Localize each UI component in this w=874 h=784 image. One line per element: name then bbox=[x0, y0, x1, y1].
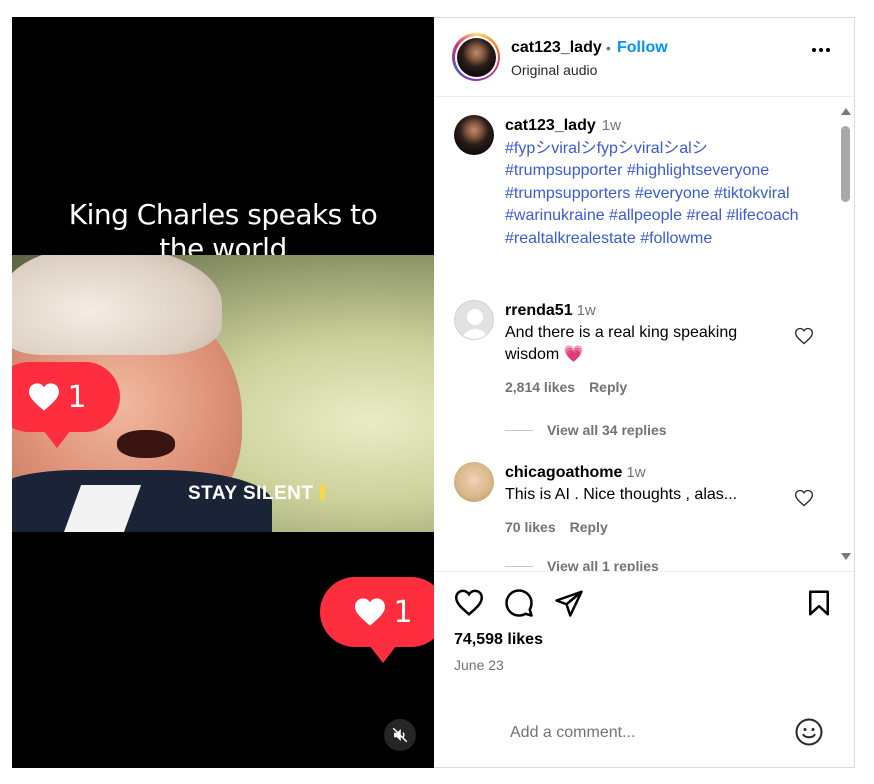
like-bubble: 1 bbox=[12, 362, 120, 448]
author-avatar-photo bbox=[456, 37, 496, 77]
add-comment-bar bbox=[434, 706, 854, 768]
comment-likes[interactable]: 70 likes bbox=[505, 519, 556, 535]
person-hair bbox=[12, 255, 222, 355]
comment-time: 1w bbox=[626, 464, 646, 481]
bookmark-icon[interactable] bbox=[804, 588, 834, 618]
more-options-icon[interactable] bbox=[812, 48, 830, 52]
post-side-panel: cat123_lady • Follow Original audio cat1… bbox=[434, 17, 855, 768]
video-caption-line1: King Charles speaks to bbox=[68, 198, 378, 231]
like-bubble-count: 1 bbox=[67, 379, 87, 415]
comment-avatar[interactable] bbox=[454, 462, 494, 502]
heart-filled-icon bbox=[29, 383, 60, 411]
subtitle-cursor bbox=[319, 484, 325, 500]
comment-avatar[interactable] bbox=[454, 300, 494, 340]
header-separator: • bbox=[606, 40, 611, 56]
heart-outline-icon[interactable] bbox=[794, 326, 814, 346]
comment-bubble-icon[interactable] bbox=[504, 588, 534, 618]
person-mouth bbox=[117, 430, 175, 458]
author-username[interactable]: cat123_lady bbox=[511, 39, 602, 57]
scrollbar-thumb[interactable] bbox=[841, 126, 850, 202]
comment-likes[interactable]: 2,814 likes bbox=[505, 379, 575, 395]
caption-text: cat123_lady 1w #fypシviralシfypシviralシalシ #… bbox=[505, 115, 825, 251]
reply-button[interactable]: Reply bbox=[570, 519, 608, 535]
reply-button[interactable]: Reply bbox=[589, 379, 627, 395]
caption-time: 1w bbox=[601, 117, 621, 134]
scroll-down-arrow-icon[interactable] bbox=[841, 553, 851, 560]
caption-username[interactable]: cat123_lady bbox=[505, 117, 596, 134]
view-replies-link[interactable]: View all 1 replies bbox=[505, 558, 659, 571]
comment-meta: 2,814 likes Reply bbox=[505, 376, 765, 398]
speaker-muted-icon bbox=[392, 727, 408, 743]
comment-username[interactable]: rrenda51 bbox=[505, 302, 573, 319]
scroll-up-arrow-icon[interactable] bbox=[841, 108, 851, 115]
video-player[interactable]: King Charles speaks to the world STAY SI… bbox=[12, 17, 434, 768]
comment-username[interactable]: chicagoathome bbox=[505, 464, 622, 481]
comments-list[interactable]: cat123_lady 1w #fypシviralシfypシviralシalシ #… bbox=[434, 98, 854, 571]
audio-label[interactable]: Original audio bbox=[511, 62, 597, 78]
comments-scrollbar[interactable] bbox=[838, 98, 852, 571]
likes-count[interactable]: 74,598 likes bbox=[454, 631, 543, 649]
share-paper-plane-icon[interactable] bbox=[554, 588, 584, 618]
comment-time: 1w bbox=[576, 302, 596, 319]
like-heart-icon[interactable] bbox=[454, 588, 484, 618]
heart-outline-icon[interactable] bbox=[794, 488, 814, 508]
caption-hashtags[interactable]: #fypシviralシfypシviralシalシ #trumpsupporter… bbox=[505, 138, 825, 251]
caption-avatar[interactable] bbox=[454, 115, 494, 155]
comment-body: rrenda51 1w And there is a real king spea… bbox=[505, 300, 765, 398]
add-comment-input[interactable] bbox=[510, 718, 780, 748]
post-date: June 23 bbox=[454, 657, 504, 673]
post-header: cat123_lady • Follow Original audio bbox=[434, 18, 854, 97]
comment-text: This is AI . Nice thoughts , alas... bbox=[505, 486, 738, 503]
like-bubble: 1 bbox=[320, 577, 434, 663]
heart-filled-icon bbox=[355, 598, 386, 626]
mute-button[interactable] bbox=[384, 719, 416, 751]
video-subtitle-text: STAY SILENT bbox=[188, 483, 314, 504]
emoji-icon[interactable] bbox=[794, 717, 824, 747]
comment-body: chicagoathome 1w This is AI . Nice though… bbox=[505, 462, 765, 538]
like-bubble-count: 1 bbox=[393, 594, 413, 630]
comment-meta: 70 likes Reply bbox=[505, 516, 765, 538]
view-replies-link[interactable]: View all 34 replies bbox=[505, 422, 667, 438]
follow-button[interactable]: Follow bbox=[617, 39, 668, 57]
video-subtitle: STAY SILENT bbox=[188, 483, 325, 505]
author-avatar[interactable] bbox=[452, 33, 500, 81]
comment-text: And there is a real king speaking wisdom… bbox=[505, 324, 738, 363]
